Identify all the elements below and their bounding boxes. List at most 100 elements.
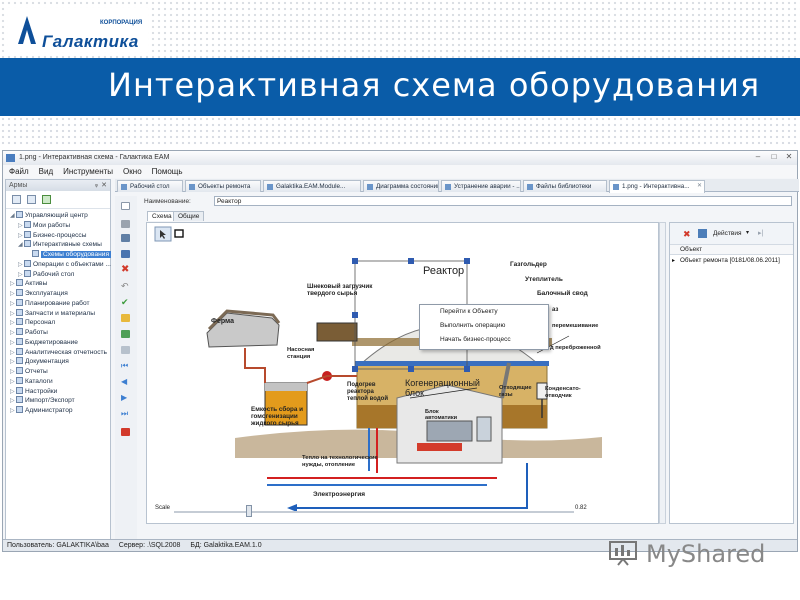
tree-item-label: Импорт/Экспорт xyxy=(25,397,75,405)
row-arrow-icon: ▸ xyxy=(672,258,676,264)
tree-item[interactable]: ▷ Персонал xyxy=(10,318,55,328)
tab-icon xyxy=(121,184,127,190)
tree-node-icon xyxy=(16,376,23,384)
tree-item[interactable]: ▷ Рабочий стол xyxy=(18,269,74,280)
tree-item-label: Настройки xyxy=(25,387,58,395)
scale-slider-thumb[interactable] xyxy=(246,505,252,517)
logo-corp-text: КОРПОРАЦИЯ xyxy=(100,20,143,26)
menu-help[interactable]: Помощь xyxy=(146,165,187,176)
tree-item[interactable]: ▷ Запчасти и материалы xyxy=(10,308,95,319)
print-icon[interactable] xyxy=(121,346,130,354)
tab-label: Файлы библиотеки xyxy=(536,183,592,190)
maximize-button[interactable]: □ xyxy=(769,153,779,162)
tab-close-icon[interactable]: ✕ xyxy=(697,182,702,189)
document-tab[interactable]: Устранение аварии - ... xyxy=(441,180,521,192)
column-header-object[interactable]: Объект xyxy=(670,245,793,255)
sync-icon[interactable] xyxy=(121,330,130,338)
menu-item-go-to-object[interactable]: Перейти к Объекту xyxy=(420,305,548,319)
tree-item-label: Схемы оборудования xyxy=(41,251,112,258)
label-exhaust-gas: Отходящие газы xyxy=(499,385,532,398)
new-document-icon[interactable] xyxy=(121,202,130,210)
check-icon[interactable]: ✔ xyxy=(121,298,130,307)
document-tab[interactable]: Galaktika.EAM.Module... xyxy=(263,180,361,192)
menu-window[interactable]: Окно xyxy=(117,165,146,176)
document-tab[interactable]: 1.png - Интерактивна... ✕ xyxy=(609,180,705,193)
menu-view[interactable]: Вид xyxy=(33,165,57,176)
document-tab[interactable]: Объекты ремонта xyxy=(185,180,261,192)
tree-item[interactable]: ▷ Активы xyxy=(10,279,47,289)
tree-item-label: Запчасти и материалы xyxy=(25,309,95,317)
collapse-all-icon[interactable] xyxy=(12,195,21,204)
undo-icon[interactable]: ↶ xyxy=(121,282,130,291)
save-all-icon[interactable] xyxy=(121,234,130,242)
document-tabs: Рабочий стол Объекты ремонта Galaktika.EAM… xyxy=(115,179,799,193)
document-tab[interactable]: Диаграмма состояний xyxy=(363,180,439,192)
table-row[interactable]: ▸ Объект ремонта [0181/08.06.2011] xyxy=(670,255,793,266)
diagram-canvas[interactable]: Реактор Газгольдер Утеплитель Балочный с… xyxy=(146,222,659,524)
remove-icon[interactable]: ✖ xyxy=(683,229,691,240)
previous-record-icon[interactable]: ◀ xyxy=(121,378,130,386)
menu-file[interactable]: Файл xyxy=(3,165,33,176)
tree-item[interactable]: ▷ Мои работы xyxy=(18,220,71,231)
tree-item[interactable]: ▷ Администратор xyxy=(10,406,73,416)
tab-icon xyxy=(367,184,373,190)
link-icon[interactable] xyxy=(698,229,707,238)
tab-icon xyxy=(445,184,451,190)
label-heat-supply: Тепло на технологические нужды, отоплени… xyxy=(302,455,378,468)
label-reactor-heating: Подогрев реактора теплой водой xyxy=(347,382,389,402)
minimize-button[interactable]: – xyxy=(753,153,763,162)
tree-item[interactable]: ▷ Бизнес-процессы xyxy=(18,230,86,241)
close-window-button[interactable]: ✕ xyxy=(784,153,794,162)
delete-icon[interactable]: ✖ xyxy=(121,265,130,275)
pin-icon[interactable]: ᵩ xyxy=(95,181,98,188)
filter-icon[interactable]: ▸| xyxy=(758,229,763,237)
tree-node-icon xyxy=(16,328,23,335)
tree-item[interactable]: ▷ Отчеты xyxy=(10,367,48,377)
document-tab[interactable]: Файлы библиотеки xyxy=(523,180,607,192)
tree-item[interactable]: ▷ Настройки xyxy=(10,386,58,397)
tree-node-icon xyxy=(16,406,23,413)
folder-icon[interactable] xyxy=(121,314,130,322)
name-input[interactable]: Реактор xyxy=(214,196,792,206)
canvas-scrollbar[interactable] xyxy=(659,222,666,524)
next-record-icon[interactable]: ▶ xyxy=(121,394,130,402)
label-farm: Ферма xyxy=(211,318,235,325)
scale-slider-track[interactable] xyxy=(174,511,574,513)
tree-item[interactable]: ▷ Импорт/Экспорт xyxy=(10,396,75,406)
tree-item[interactable]: ▷ Аналитическая отчетность xyxy=(10,347,107,358)
close-document-icon[interactable] xyxy=(121,428,130,436)
panel-toolbar xyxy=(6,191,110,209)
tree-item[interactable]: ▷ Эксплуатация xyxy=(10,289,68,299)
refresh-icon[interactable] xyxy=(42,195,51,204)
expand-all-icon[interactable] xyxy=(27,195,36,204)
rect-tool-icon xyxy=(174,229,184,238)
logo-wordmark: Галактика xyxy=(42,32,139,51)
tab-general[interactable]: Общие xyxy=(173,211,205,221)
tree-item[interactable]: ▷ Операции с объектами ... xyxy=(18,259,111,270)
tree-item-label: Интерактивные схемы xyxy=(33,241,102,249)
last-record-icon[interactable]: ⏭ xyxy=(121,410,130,418)
tree-item[interactable]: ◢ Интерактивные схемы xyxy=(18,240,102,250)
menu-item-start-business-process[interactable]: Начать бизнес-процесс xyxy=(420,333,548,347)
actions-dropdown[interactable]: Действия xyxy=(713,230,741,237)
tree-item[interactable]: ▷ Бюджетирование xyxy=(10,337,78,348)
tree-item-label: Мои работы xyxy=(33,221,71,229)
tree-item[interactable]: Схемы оборудования xyxy=(26,250,112,260)
panel-close-icon[interactable]: ✕ xyxy=(101,181,107,189)
tree-item[interactable]: ▷ Планирование работ xyxy=(10,298,90,309)
watermark-text: MyShared xyxy=(646,540,766,568)
save-icon[interactable] xyxy=(121,220,130,228)
tree-item-label: Работы xyxy=(25,329,48,336)
menu-item-run-operation[interactable]: Выполнить операцию xyxy=(420,319,548,333)
objects-panel: ✖ Действия ▾ ▸| Объект ▸ Объект ремонта … xyxy=(669,222,794,524)
tree-item[interactable]: ◢ Управляющий центр xyxy=(10,211,88,221)
tree-item[interactable]: ▷ Каталоги xyxy=(10,376,53,387)
tree-item[interactable]: ▷ Документация xyxy=(10,357,69,367)
menu-tools[interactable]: Инструменты xyxy=(57,165,117,176)
tree-item[interactable]: ▷ Работы xyxy=(10,328,48,338)
tab-label: Рабочий стол xyxy=(130,183,170,190)
copy-icon[interactable] xyxy=(121,250,130,258)
first-record-icon[interactable]: ⏮ xyxy=(121,362,130,370)
document-tab[interactable]: Рабочий стол xyxy=(117,180,183,192)
slide-header: КОРПОРАЦИЯ Галактика xyxy=(0,0,800,58)
